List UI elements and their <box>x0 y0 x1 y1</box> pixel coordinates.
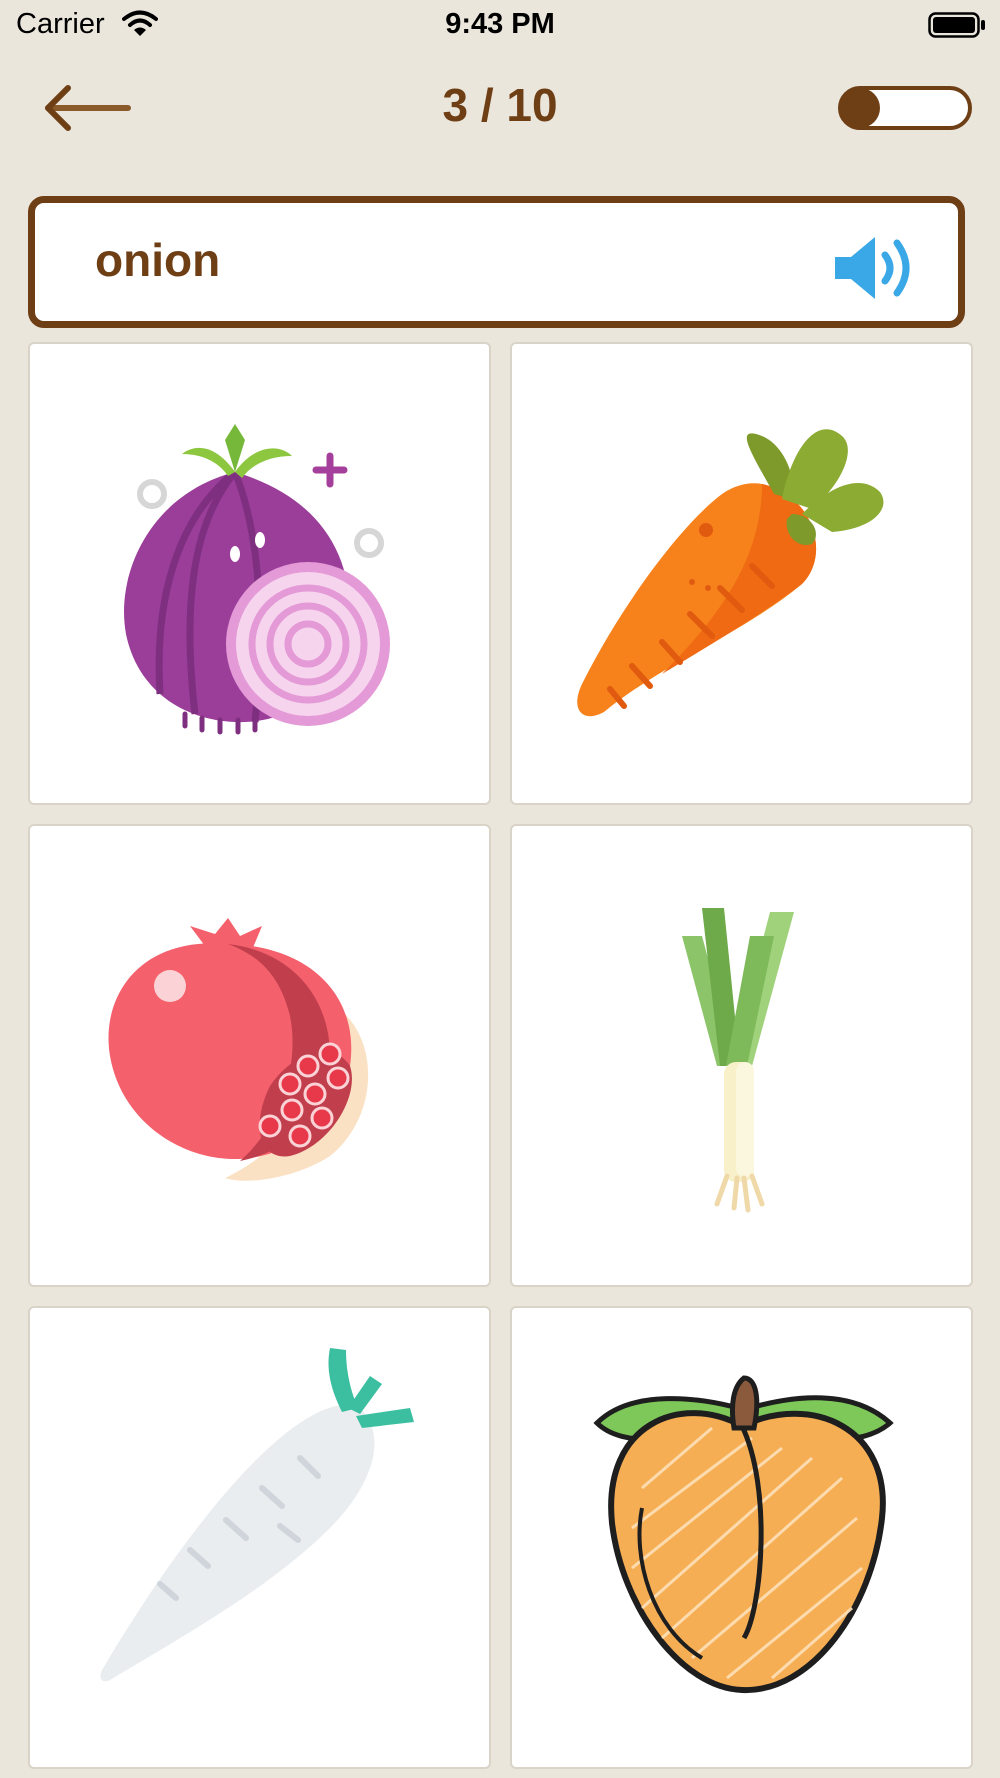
onion-icon <box>124 424 390 735</box>
status-time: 9:43 PM <box>445 8 555 40</box>
choice-tile-leek[interactable] <box>510 824 973 1287</box>
status-bar: Carrier 9:43 PM <box>0 0 1000 50</box>
speaker-icon[interactable] <box>831 233 921 303</box>
choice-tile-carrot[interactable] <box>510 342 973 805</box>
battery-icon <box>928 12 985 38</box>
choice-tile-daikon[interactable] <box>28 1306 491 1769</box>
leek-icon <box>682 908 794 1213</box>
choice-tile-peach[interactable] <box>510 1306 973 1769</box>
pomegranate-icon <box>108 918 369 1181</box>
mode-toggle[interactable] <box>838 86 972 130</box>
peach-icon <box>593 1375 894 1694</box>
prompt-word: onion <box>95 234 221 286</box>
daikon-radish-icon <box>100 1348 414 1682</box>
word-prompt-card: onion <box>28 196 965 328</box>
choice-tile-pomegranate[interactable] <box>28 824 491 1287</box>
carrot-icon <box>577 429 884 717</box>
choice-tile-onion[interactable] <box>28 342 491 805</box>
